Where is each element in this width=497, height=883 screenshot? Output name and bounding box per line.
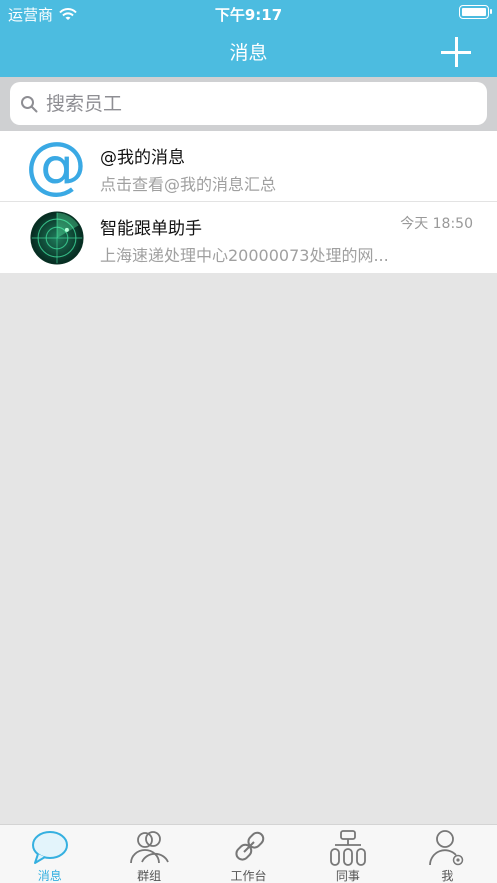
tab-label: 同事 — [335, 869, 360, 883]
tab-label: 工作台 — [230, 869, 267, 883]
svg-text:@: @ — [26, 137, 86, 197]
search-icon — [21, 95, 38, 112]
radar-icon — [30, 211, 84, 265]
tab-me[interactable]: 我 — [398, 825, 497, 883]
app-screen: 运营商 下午9:17 消息 @ @我的 — [0, 0, 497, 883]
group-icon — [130, 831, 169, 864]
add-icon[interactable] — [441, 37, 471, 67]
search-input[interactable] — [46, 92, 426, 115]
top-bar: 运营商 下午9:17 消息 — [0, 0, 497, 77]
message-title: 智能跟单助手 — [100, 219, 202, 239]
link-icon — [234, 831, 264, 861]
message-time: 今天 18:50 — [400, 216, 473, 232]
message-title: @我的消息 — [100, 148, 185, 168]
message-list: @ @我的消息 点击查看@我的消息汇总 智能跟单助手 上海速递处理中心20000… — [0, 131, 497, 273]
tab-messages[interactable]: 消息 — [0, 825, 99, 883]
tab-bar: 消息 群组 工作台 同事 我 — [0, 824, 497, 883]
at-sign-icon: @ — [26, 137, 86, 197]
search-bar — [0, 77, 497, 131]
message-row-mentions[interactable]: @ @我的消息 点击查看@我的消息汇总 — [0, 131, 497, 202]
org-chart-icon — [330, 830, 366, 866]
status-bar: 运营商 下午9:17 — [0, 0, 497, 24]
tab-label: 我 — [441, 869, 454, 883]
page-title: 消息 — [229, 42, 268, 64]
user-settings-icon — [429, 830, 464, 866]
tab-label: 群组 — [137, 869, 162, 883]
tab-workbench[interactable]: 工作台 — [199, 825, 298, 883]
tab-groups[interactable]: 群组 — [99, 825, 198, 883]
tab-label: 消息 — [37, 869, 62, 883]
message-row-tracking-assistant[interactable]: 智能跟单助手 上海速递处理中心20000073处理的网... 今天 18:50 — [0, 202, 497, 273]
message-preview: 上海速递处理中心20000073处理的网... — [100, 246, 389, 265]
message-preview: 点击查看@我的消息汇总 — [100, 175, 277, 194]
battery-icon — [459, 5, 492, 19]
chat-bubble-icon — [31, 831, 68, 864]
tab-colleagues[interactable]: 同事 — [298, 825, 397, 883]
search-box[interactable] — [10, 82, 487, 125]
status-time: 下午9:17 — [214, 6, 283, 24]
